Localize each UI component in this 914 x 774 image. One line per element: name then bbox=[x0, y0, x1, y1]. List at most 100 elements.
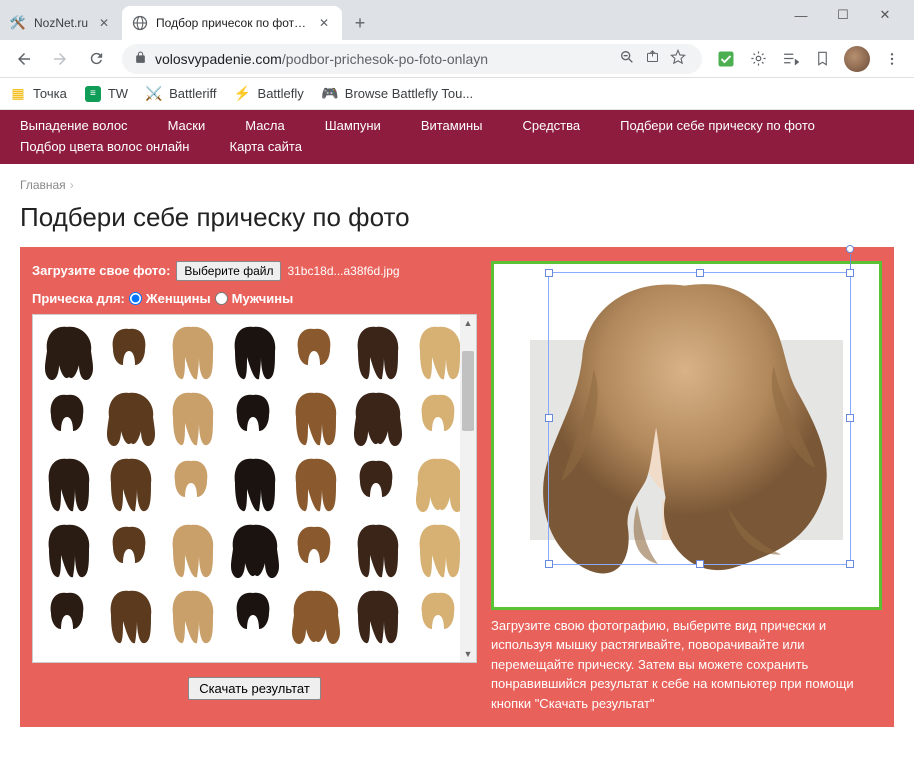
scrollbar[interactable]: ▲ ▼ bbox=[460, 315, 476, 662]
hairstyle-thumbnail[interactable] bbox=[225, 453, 281, 515]
zoom-icon[interactable] bbox=[619, 49, 635, 68]
hairstyle-thumbnail[interactable] bbox=[225, 321, 281, 383]
preview-canvas[interactable] bbox=[491, 261, 882, 610]
gender-men-label[interactable]: Мужчины bbox=[232, 291, 294, 306]
selected-filename: 31bc18d...a38f6d.jpg bbox=[287, 264, 399, 278]
scroll-up-icon[interactable]: ▲ bbox=[460, 315, 476, 331]
resize-handle[interactable] bbox=[846, 414, 854, 422]
browser-tab[interactable]: 🛠️ NozNet.ru ✕ bbox=[0, 6, 122, 40]
nav-link[interactable]: Подбери себе прическу по фото bbox=[620, 116, 815, 137]
reload-button[interactable] bbox=[80, 43, 112, 75]
close-window-button[interactable]: ✕ bbox=[864, 0, 906, 30]
hairstyle-grid: ▲ ▼ bbox=[32, 314, 477, 663]
hairstyle-thumbnail[interactable] bbox=[348, 585, 404, 647]
bookmark-item[interactable]: ⚔️Battleriff bbox=[146, 86, 216, 102]
share-icon[interactable] bbox=[645, 49, 660, 68]
resize-handle[interactable] bbox=[696, 560, 704, 568]
hairstyle-thumbnail[interactable] bbox=[39, 453, 95, 515]
resize-handle[interactable] bbox=[846, 560, 854, 568]
breadcrumb-link[interactable]: Главная bbox=[20, 178, 66, 192]
bookmark-item[interactable]: ≡TW bbox=[85, 86, 128, 102]
site-nav-banner: Выпадение волос Маски Масла Шампуни Вита… bbox=[0, 110, 914, 164]
hairstyle-thumbnail[interactable] bbox=[410, 387, 466, 449]
resize-handle[interactable] bbox=[545, 414, 553, 422]
hairstyle-thumbnail[interactable] bbox=[39, 519, 95, 581]
resize-handle[interactable] bbox=[696, 269, 704, 277]
hairstyle-thumbnail[interactable] bbox=[286, 519, 342, 581]
gender-women-label[interactable]: Женщины bbox=[146, 291, 211, 306]
hairstyle-thumbnail[interactable] bbox=[163, 519, 219, 581]
new-tab-button[interactable]: + bbox=[346, 9, 374, 37]
resize-handle[interactable] bbox=[545, 269, 553, 277]
hairstyle-thumbnail[interactable] bbox=[101, 453, 157, 515]
hairstyle-thumbnail[interactable] bbox=[101, 519, 157, 581]
bookmark-item[interactable]: ▦Точка bbox=[10, 86, 67, 102]
breadcrumb: Главная› bbox=[0, 164, 914, 198]
hairstyle-thumbnail[interactable] bbox=[101, 585, 157, 647]
hairstyle-thumbnail[interactable] bbox=[101, 321, 157, 383]
back-button[interactable] bbox=[8, 43, 40, 75]
profile-avatar[interactable] bbox=[844, 46, 870, 72]
gender-women-radio[interactable] bbox=[129, 292, 142, 305]
nav-link[interactable]: Карта сайта bbox=[230, 137, 302, 158]
nav-link[interactable]: Маски bbox=[168, 116, 206, 137]
hairstyle-thumbnail[interactable] bbox=[163, 321, 219, 383]
extension-bookmark-icon[interactable] bbox=[808, 45, 836, 73]
extension-playlist-icon[interactable] bbox=[776, 45, 804, 73]
hairstyle-thumbnail[interactable] bbox=[286, 321, 342, 383]
nav-link[interactable]: Масла bbox=[245, 116, 285, 137]
hairstyle-thumbnail[interactable] bbox=[163, 585, 219, 647]
resize-handle[interactable] bbox=[545, 560, 553, 568]
hairstyle-thumbnail[interactable] bbox=[410, 585, 466, 647]
hairstyle-thumbnail[interactable] bbox=[348, 321, 404, 383]
close-icon[interactable]: ✕ bbox=[316, 15, 332, 31]
hairstyle-thumbnail[interactable] bbox=[348, 453, 404, 515]
hairstyle-thumbnail[interactable] bbox=[348, 387, 404, 449]
hairstyle-thumbnail[interactable] bbox=[163, 453, 219, 515]
bookmarks-bar: ▦Точка ≡TW ⚔️Battleriff ⚡Battlefly 🎮Brow… bbox=[0, 78, 914, 110]
hairstyle-thumbnail[interactable] bbox=[39, 387, 95, 449]
nav-link[interactable]: Средства bbox=[523, 116, 581, 137]
forward-button[interactable] bbox=[44, 43, 76, 75]
scroll-down-icon[interactable]: ▼ bbox=[460, 646, 476, 662]
hairstyle-thumbnail[interactable] bbox=[348, 519, 404, 581]
maximize-button[interactable]: ☐ bbox=[822, 0, 864, 30]
nav-link[interactable]: Выпадение волос bbox=[20, 116, 128, 137]
hairstyle-thumbnail[interactable] bbox=[286, 585, 342, 647]
menu-button[interactable] bbox=[878, 45, 906, 73]
hairstyle-thumbnail[interactable] bbox=[225, 519, 281, 581]
choose-file-button[interactable]: Выберите файл bbox=[176, 261, 281, 281]
hairstyle-thumbnail[interactable] bbox=[286, 387, 342, 449]
hairstyle-thumbnail[interactable] bbox=[225, 387, 281, 449]
minimize-button[interactable]: — bbox=[780, 0, 822, 30]
star-icon[interactable] bbox=[670, 49, 686, 68]
hairstyle-thumbnail[interactable] bbox=[410, 321, 466, 383]
hairstyle-thumbnail[interactable] bbox=[39, 585, 95, 647]
gender-men-radio[interactable] bbox=[215, 292, 228, 305]
hairstyle-thumbnail[interactable] bbox=[286, 453, 342, 515]
hairstyle-thumbnail[interactable] bbox=[225, 585, 281, 647]
selection-box[interactable] bbox=[548, 272, 851, 565]
address-bar[interactable]: volosvypadenie.com/podbor-prichesok-po-f… bbox=[122, 44, 702, 74]
hairstyle-thumbnail[interactable] bbox=[39, 321, 95, 383]
nav-link[interactable]: Шампуни bbox=[325, 116, 381, 137]
nav-link[interactable]: Подбор цвета волос онлайн bbox=[20, 137, 190, 158]
hairstyle-thumbnail[interactable] bbox=[410, 519, 466, 581]
resize-handle[interactable] bbox=[846, 269, 854, 277]
hairstyle-thumbnail[interactable] bbox=[101, 387, 157, 449]
hairstyle-thumbnail[interactable] bbox=[410, 453, 466, 515]
hairstyle-thumbnail[interactable] bbox=[163, 387, 219, 449]
extension-check-icon[interactable] bbox=[712, 45, 740, 73]
lock-icon bbox=[134, 51, 147, 67]
browser-tab-active[interactable]: Подбор причесок по фото онла ✕ bbox=[122, 6, 342, 40]
rotate-handle[interactable] bbox=[846, 245, 854, 253]
scrollbar-thumb[interactable] bbox=[462, 351, 474, 431]
close-icon[interactable]: ✕ bbox=[96, 15, 112, 31]
tab-label: Подбор причесок по фото онла bbox=[156, 16, 308, 30]
extension-gear-icon[interactable] bbox=[744, 45, 772, 73]
bookmark-item[interactable]: 🎮Browse Battlefly Tou... bbox=[322, 86, 473, 102]
tab-label: NozNet.ru bbox=[34, 16, 88, 30]
nav-link[interactable]: Витамины bbox=[421, 116, 483, 137]
download-result-button[interactable]: Скачать результат bbox=[188, 677, 321, 700]
bookmark-item[interactable]: ⚡Battlefly bbox=[235, 86, 304, 102]
